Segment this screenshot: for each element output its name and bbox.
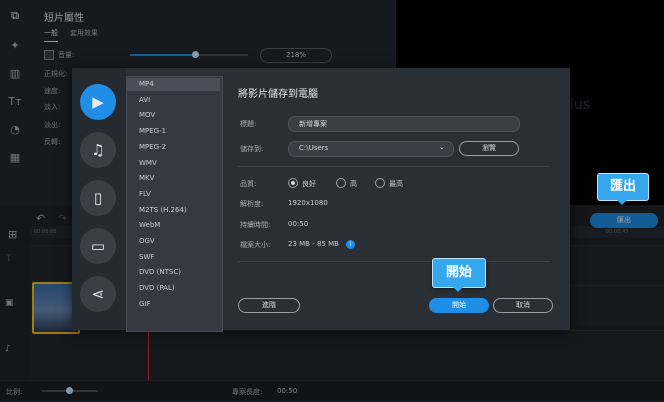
format-item[interactable]: M2TS (H.264) (139, 206, 187, 214)
format-item[interactable]: MKV (139, 174, 154, 182)
format-item[interactable]: SWF (139, 253, 154, 261)
format-item[interactable]: MP4 (139, 80, 154, 88)
duration-value: 00:50 (288, 220, 309, 228)
quality-good-label: 良好 (302, 180, 316, 188)
export-callout: 匯出 (597, 173, 649, 201)
info-icon[interactable]: i (346, 240, 355, 249)
quality-high-label: 高 (350, 180, 357, 188)
format-item[interactable]: AVI (139, 96, 150, 104)
title-input[interactable]: 新增專案 (288, 116, 520, 132)
video-file-icon[interactable]: ▶ (80, 84, 116, 120)
chevron-down-icon: ⌄ (439, 143, 445, 151)
format-item[interactable]: MOV (139, 111, 155, 119)
devices-icon[interactable]: ▯ (80, 180, 116, 216)
title-label: 標題: (240, 120, 257, 128)
quality-high-radio[interactable] (336, 178, 346, 188)
share-icon[interactable]: ⋖ (80, 276, 116, 312)
format-item[interactable]: MPEG-2 (139, 143, 166, 151)
start-callout-tail (452, 286, 464, 292)
dialog-divider-bottom (238, 261, 550, 262)
advanced-button[interactable]: 進階 (238, 298, 300, 313)
quality-highest-radio[interactable] (375, 178, 385, 188)
format-item[interactable]: WMV (139, 159, 157, 167)
browse-button[interactable]: 瀏覽 (459, 141, 519, 156)
resolution-label: 解析度: (240, 200, 264, 208)
format-item[interactable]: DVD (PAL) (139, 284, 175, 292)
quality-label: 品質: (240, 180, 257, 188)
format-item[interactable]: GIF (139, 300, 151, 308)
format-item[interactable]: WebM (139, 221, 160, 229)
dialog-divider (238, 166, 550, 167)
save-location-select[interactable]: C:\Users ⌄ (288, 141, 454, 157)
title-input-value: 新增專案 (299, 120, 327, 128)
export-callout-tail (616, 199, 628, 205)
quality-good-radio[interactable] (288, 178, 298, 188)
save-to-label: 儲存到: (240, 145, 264, 153)
format-item[interactable]: OGV (139, 237, 155, 245)
format-item[interactable]: MPEG-1 (139, 127, 166, 135)
save-location-value: C:\Users (299, 144, 329, 152)
dialog-title: 將影片儲存到電腦 (238, 89, 318, 100)
start-callout: 開始 (432, 258, 486, 288)
start-button[interactable]: 開始 (429, 298, 489, 313)
tv-icon[interactable]: ▭ (80, 228, 116, 264)
filesize-value: 23 MB - 85 MB (288, 240, 339, 248)
format-item[interactable]: FLV (139, 190, 151, 198)
quality-highest-label: 最高 (389, 180, 403, 188)
filesize-label: 檔案大小: (240, 241, 271, 249)
duration-label: 持續時間: (240, 221, 271, 229)
format-item[interactable]: DVD (NTSC) (139, 268, 181, 276)
cancel-button[interactable]: 取消 (493, 298, 553, 313)
audio-file-icon[interactable]: ♫ (80, 132, 116, 168)
resolution-value: 1920x1080 (288, 199, 328, 207)
